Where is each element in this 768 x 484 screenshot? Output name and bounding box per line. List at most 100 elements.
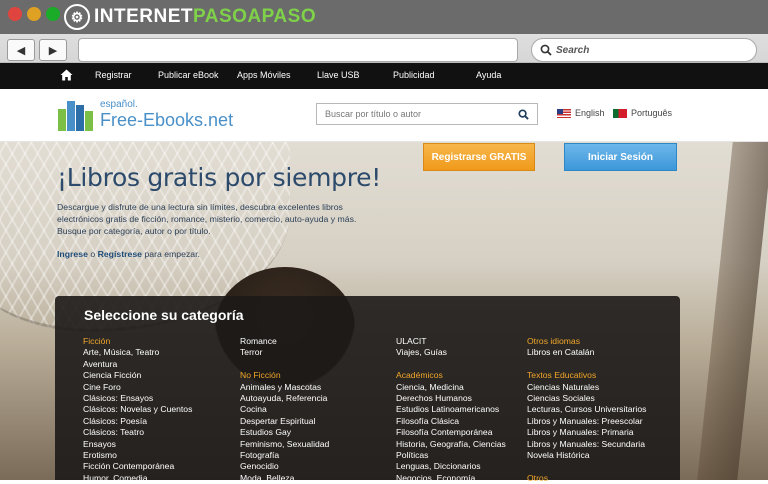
tree-trunk-image	[697, 142, 768, 480]
language-english[interactable]: English	[557, 108, 605, 118]
category-link[interactable]: Fotografía	[240, 450, 329, 461]
category-link[interactable]: Clásicos: Poesía	[83, 416, 192, 427]
top-nav-bar: Registrar Publicar eBook Apps Móviles Ll…	[0, 63, 768, 89]
hero-description: Descargue y disfrute de una lectura sin …	[57, 202, 357, 236]
address-bar[interactable]	[78, 38, 518, 62]
category-link[interactable]: Moda, Belleza	[240, 473, 329, 484]
search-icon[interactable]	[518, 108, 529, 120]
category-heading: Textos Educativos	[527, 370, 597, 381]
category-spacer	[396, 359, 506, 370]
back-button[interactable]: ◀	[7, 39, 35, 61]
category-link[interactable]: Ficción Contemporánea	[83, 461, 192, 472]
category-link[interactable]: Cine Foro	[83, 382, 192, 393]
category-heading: Otros idiomas	[527, 336, 581, 346]
logo-subtitle: español.	[100, 98, 138, 110]
category-link[interactable]: Genocidio	[240, 461, 329, 472]
category-link[interactable]: Clásicos: Ensayos	[83, 393, 192, 404]
nav-register[interactable]: Registrar	[95, 70, 132, 80]
login-button[interactable]: Iniciar Sesión	[564, 143, 677, 171]
category-link[interactable]: Lenguas, Diccionarios	[396, 461, 506, 472]
category-link[interactable]: Autoayuda, Referencia	[240, 393, 329, 404]
language-english-label: English	[575, 108, 605, 118]
site-logo[interactable]: español. Free-Ebooks.net	[58, 97, 233, 131]
register-free-button[interactable]: Registrarse GRATIS	[423, 143, 535, 171]
category-title: Seleccione su categoría	[84, 307, 244, 323]
browser-search-placeholder: Search	[556, 44, 590, 56]
nav-publish-ebook[interactable]: Publicar eBook	[158, 70, 219, 80]
site-search-placeholder: Buscar por título o autor	[325, 109, 422, 119]
nav-advertising[interactable]: Publicidad	[393, 70, 435, 80]
category-link[interactable]: Ciencias Sociales	[527, 393, 646, 404]
category-link[interactable]: Terror	[240, 347, 329, 358]
category-link[interactable]: Clásicos: Novelas y Cuentos	[83, 404, 192, 415]
category-spacer	[527, 461, 646, 472]
category-heading: Ficción	[83, 336, 111, 346]
portugal-flag-icon	[613, 108, 627, 118]
category-link[interactable]: Clásicos: Teatro	[83, 427, 192, 438]
category-link[interactable]: Filosofía Clásica	[396, 416, 506, 427]
cta-login-link[interactable]: Ingrese	[57, 249, 88, 259]
category-spacer	[527, 359, 646, 370]
book-logo-icon	[58, 97, 94, 131]
category-link[interactable]: Despertar Espiritual	[240, 416, 329, 427]
category-link[interactable]: Ciencia, Medicina	[396, 382, 506, 393]
category-link[interactable]: Arte, Música, Teatro	[83, 347, 192, 358]
category-link[interactable]: Negocios, Economía	[396, 473, 506, 484]
forward-button[interactable]: ▶	[39, 39, 67, 61]
nav-help[interactable]: Ayuda	[476, 70, 501, 80]
category-link[interactable]: Libros y Manuales: Primaria	[527, 427, 646, 438]
category-heading: No Ficción	[240, 370, 281, 381]
forward-arrow-icon: ▶	[48, 44, 58, 57]
browser-chrome: ⚙ INTERNETPASOAPASO ◀ ▶ Search	[0, 0, 768, 63]
maximize-window-button[interactable]	[46, 7, 60, 21]
category-heading: Académicos	[396, 370, 443, 381]
site-search-input[interactable]: Buscar por título o autor	[316, 103, 538, 125]
language-portuguese[interactable]: Português	[613, 108, 672, 118]
category-link[interactable]: Lecturas, Cursos Universitarios	[527, 404, 646, 415]
category-link[interactable]: Filosofía Contemporánea	[396, 427, 506, 438]
cta-or-text: o	[87, 249, 98, 259]
category-column-2: Romance Terror No Ficción Animales y Mascot…	[240, 336, 329, 484]
category-link[interactable]: Libros en Catalán	[527, 347, 646, 358]
category-link[interactable]: ULACIT	[396, 336, 506, 347]
logo-title: Free-Ebooks.net	[100, 109, 234, 130]
hero-headline: ¡Libros gratis por siempre!	[57, 163, 381, 192]
nav-usb-key[interactable]: Llave USB	[317, 70, 360, 80]
category-link[interactable]: Aventura	[83, 359, 192, 370]
category-link[interactable]: Estudios Latinoamericanos	[396, 404, 506, 415]
browser-search-field[interactable]: Search	[531, 38, 757, 62]
category-link[interactable]: Ciencia Ficción	[83, 370, 192, 381]
category-link[interactable]: Libros y Manuales: Preescolar	[527, 416, 646, 427]
category-column-1: Ficción Arte, Música, Teatro Aventura Cienc…	[83, 336, 192, 484]
category-link[interactable]: Novela Histórica	[527, 450, 646, 461]
category-link[interactable]: Humor, Comedia	[83, 473, 192, 484]
nav-mobile-apps[interactable]: Apps Móviles	[237, 70, 291, 80]
hero-cta-text: Ingrese o Regístrese para empezar.	[57, 249, 200, 259]
cta-rest-text: para empezar.	[142, 249, 200, 259]
category-link[interactable]: Ensayos	[83, 439, 192, 450]
minimize-window-button[interactable]	[27, 7, 41, 21]
category-link[interactable]: Derechos Humanos	[396, 393, 506, 404]
home-icon[interactable]	[60, 69, 73, 84]
watermark-text-part2: PASOAPASO	[193, 6, 317, 27]
cta-register-link[interactable]: Regístrese	[98, 249, 142, 259]
category-column-3: ULACIT Viajes, Guías Académicos Ciencia, Me…	[396, 336, 506, 484]
category-link[interactable]: Cocina	[240, 404, 329, 415]
close-window-button[interactable]	[8, 7, 22, 21]
search-icon	[540, 44, 552, 56]
category-spacer	[240, 359, 329, 370]
category-link[interactable]: Libros y Manuales: Secundaria	[527, 439, 646, 450]
watermark-text-part1: INTERNET	[94, 6, 193, 27]
category-column-4: Otros idiomas Libros en Catalán Textos Edu…	[527, 336, 646, 484]
category-link[interactable]: Políticas	[396, 450, 506, 461]
category-link[interactable]: Animales y Mascotas	[240, 382, 329, 393]
back-arrow-icon: ◀	[16, 44, 26, 57]
category-link[interactable]: Erotismo	[83, 450, 192, 461]
category-link[interactable]: Viajes, Guías	[396, 347, 506, 358]
category-link[interactable]: Romance	[240, 336, 329, 347]
category-heading: Otros	[527, 472, 549, 483]
category-link[interactable]: Estudios Gay	[240, 427, 329, 438]
category-link[interactable]: Historia, Geografía, Ciencias	[396, 439, 506, 450]
category-link[interactable]: Feminismo, Sexualidad	[240, 439, 329, 450]
category-link[interactable]: Ciencias Naturales	[527, 382, 646, 393]
